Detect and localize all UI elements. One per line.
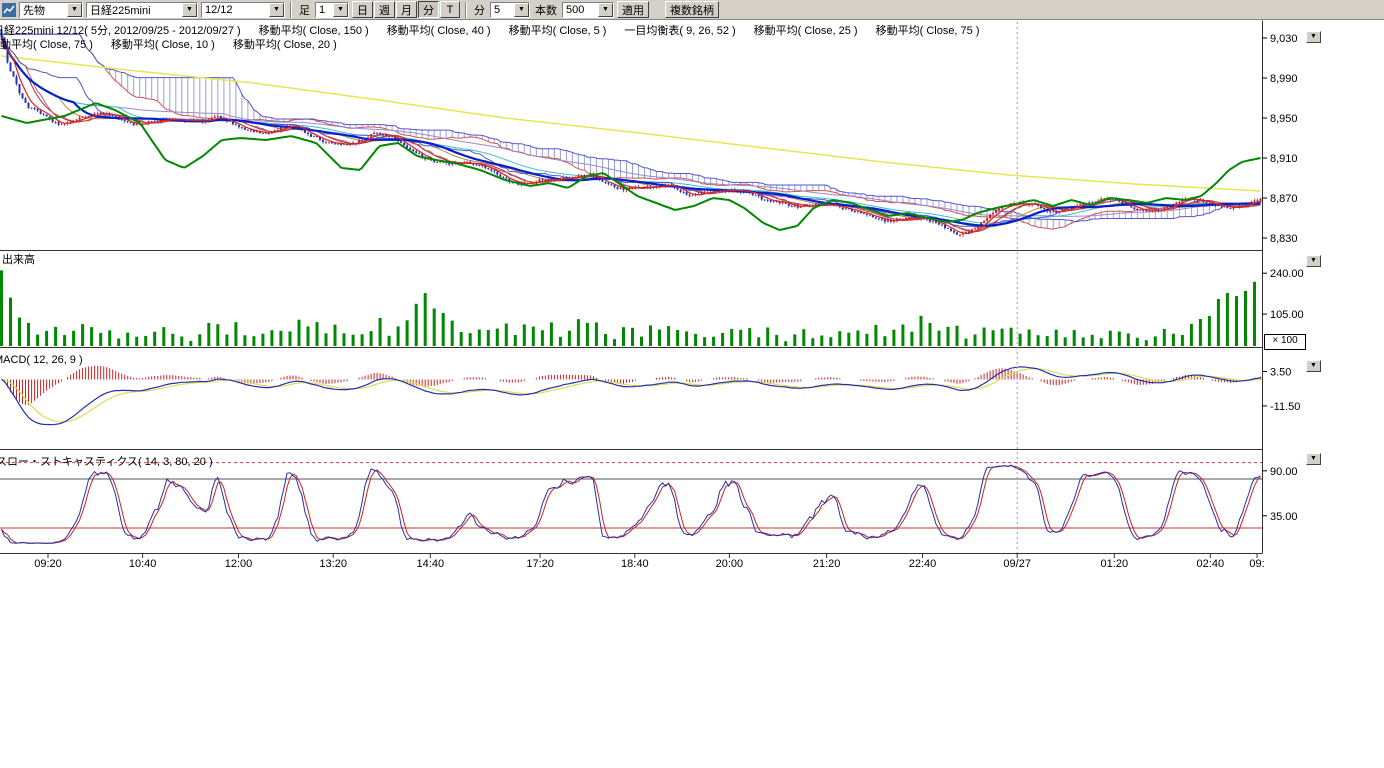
chevron-down-icon[interactable]: ▼ (269, 3, 284, 17)
x-axis-label: 17:20 (526, 558, 554, 570)
macd-panel-label: MACD( 12, 26, 9 ) (0, 354, 83, 366)
y-axis-label: -11.50 (1270, 401, 1300, 413)
macd-panel-collapse-button[interactable]: ▼ (1306, 360, 1321, 372)
x-axis-label: 12:00 (225, 558, 253, 570)
interval-input[interactable]: 5 ▼ (490, 2, 530, 18)
chart-app-icon (2, 3, 16, 17)
apply-button[interactable]: 適用 (617, 1, 649, 18)
y-axis-label: 9,030 (1270, 33, 1298, 45)
x-axis-label: 20:00 (716, 558, 744, 570)
legend-item: 移動平均( Close, 20 ) (233, 36, 337, 52)
x-axis-label: 18:40 (621, 558, 649, 570)
bar-unit-button[interactable]: 週 (374, 1, 395, 18)
x-axis-label: 09/27 (1003, 558, 1031, 570)
bar-unit-buttons: 日週月分T (352, 1, 460, 18)
volume-panel-collapse-button[interactable]: ▼ (1306, 255, 1321, 267)
y-axis-label: 8,990 (1270, 73, 1298, 85)
minute-unit-label: 分 (472, 2, 487, 18)
bars-count-label: 本数 (533, 2, 559, 18)
x-axis-label: 14:40 (417, 558, 445, 570)
y-axis-label: 35.00 (1270, 511, 1298, 523)
y-axis-label: 8,870 (1270, 193, 1298, 205)
bars-count-input[interactable]: 500 ▼ (562, 2, 614, 18)
legend-item: 移動平均( Close, 10 ) (111, 36, 215, 52)
chevron-down-icon[interactable]: ▼ (333, 3, 348, 17)
y-axis-label: 90.00 (1270, 466, 1298, 478)
chevron-down-icon[interactable]: ▼ (67, 3, 82, 17)
bar-type-label: 足 (297, 2, 312, 18)
market-select-value: 先物 (20, 2, 67, 18)
bar-unit-button[interactable]: 月 (396, 1, 417, 18)
volume-unit-label: × 100 (1264, 334, 1306, 350)
bar-unit-button[interactable]: 日 (352, 1, 373, 18)
x-axis-label: 21:20 (813, 558, 841, 570)
chart-canvas: 9,030 8,990 8,950 8,910 8,870 8,830 240.00 105.… (0, 0, 1384, 580)
bar-count-input[interactable]: 1 ▼ (315, 2, 349, 18)
multi-symbol-button[interactable]: 複数銘柄 (665, 1, 719, 18)
y-axis-label: 8,830 (1270, 233, 1298, 245)
legend-item: 移動平均( Close, 5 ) (509, 22, 607, 38)
volume-panel-label: 出来高 (2, 251, 35, 267)
x-axis-label: 13:20 (319, 558, 347, 570)
bars-count-value: 500 (563, 4, 598, 16)
y-axis-label: 3.50 (1270, 367, 1291, 379)
contract-month-value: 12/12 (202, 4, 269, 16)
symbol-select[interactable]: 日経225mini ▼ (86, 2, 198, 18)
bar-count-value: 1 (316, 4, 333, 16)
legend-item: 移動平均( Close, 75 ) (876, 22, 980, 38)
macd-panel (2, 366, 1261, 425)
price-panel-collapse-button[interactable]: ▼ (1306, 31, 1321, 43)
bar-unit-button[interactable]: T (440, 1, 460, 18)
x-axis-label: 22:40 (909, 558, 937, 570)
toolbar-separator (290, 2, 292, 18)
x-axis-label: 09: (1249, 558, 1264, 570)
price-panel (1, 29, 1262, 237)
x-axis-label: 09:20 (34, 558, 62, 570)
stochastics-panel-label: スロー・ストキャスティクス( 14, 3, 80, 20 ) (0, 453, 213, 469)
legend-item: 移動平均( Close, 25 ) (754, 22, 858, 38)
bar-unit-button[interactable]: 分 (418, 1, 439, 18)
toolbar: 先物 ▼ 日経225mini ▼ 12/12 ▼ 足 1 ▼ 日週月分T 分 5… (0, 0, 1384, 20)
contract-month-select[interactable]: 12/12 ▼ (201, 2, 285, 18)
legend-row-2: 移動平均( Close, 75 ) 移動平均( Close, 10 ) 移動平均( … (0, 36, 337, 52)
candlesticks (1, 29, 1262, 237)
toolbar-separator (465, 2, 467, 18)
y-axis-label: 8,950 (1270, 113, 1298, 125)
legend-item: 移動平均( Close, 75 ) (0, 36, 93, 52)
legend-item: 一目均衡表( 9, 26, 52 ) (624, 22, 735, 38)
interval-value: 5 (491, 4, 514, 16)
market-select[interactable]: 先物 ▼ (19, 2, 83, 18)
x-axis-label: 10:40 (129, 558, 157, 570)
chevron-down-icon[interactable]: ▼ (598, 3, 613, 17)
stochastics-panel (0, 463, 1262, 544)
x-axis-label: 01:20 (1101, 558, 1129, 570)
y-axis-label: 240.00 (1270, 268, 1304, 280)
chevron-down-icon[interactable]: ▼ (182, 3, 197, 17)
stochastics-panel-collapse-button[interactable]: ▼ (1306, 453, 1321, 465)
x-axis-label: 02:40 (1197, 558, 1225, 570)
legend-item: 移動平均( Close, 40 ) (387, 22, 491, 38)
trading-app-window: { "toolbar": { "market_value": "先物", "sy… (0, 0, 1384, 768)
volume-bars (0, 270, 1256, 346)
y-axis-label: 105.00 (1270, 309, 1304, 321)
chevron-down-icon[interactable]: ▼ (514, 3, 529, 17)
axes: 9,030 8,990 8,950 8,910 8,870 8,830 240.00 105.… (0, 21, 1304, 571)
y-axis-label: 8,910 (1270, 153, 1298, 165)
symbol-select-value: 日経225mini (87, 2, 182, 18)
